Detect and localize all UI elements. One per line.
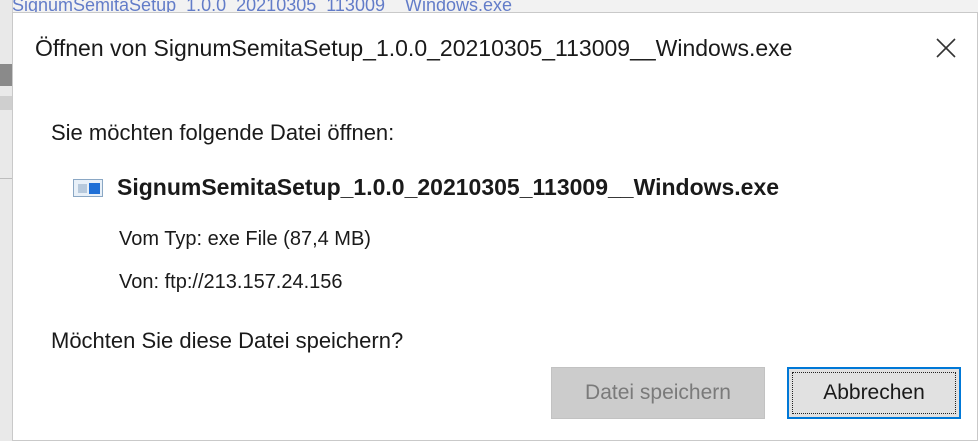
background-divider (0, 178, 12, 179)
save-question: Möchten Sie diese Datei speichern? (51, 328, 404, 353)
file-type-line: Vom Typ: exe File (87,4 MB) (119, 228, 371, 251)
file-type-label: Vom Typ: (119, 228, 203, 250)
close-button[interactable] (929, 31, 963, 65)
save-file-button[interactable]: Datei speichern (551, 367, 765, 419)
background-window-title: SignumSemitaSetup_1.0.0_20210305_113009_… (12, 0, 513, 12)
file-source-line: Von: ftp://213.157.24.156 (119, 271, 343, 294)
dialog-title: Öffnen von SignumSemitaSetup_1.0.0_20210… (35, 35, 793, 61)
background-tab (0, 64, 12, 86)
open-prompt: Sie möchten folgende Datei öffnen: (51, 120, 395, 145)
save-file-button-label: Datei speichern (585, 381, 731, 404)
close-icon (936, 38, 956, 58)
focus-ring (792, 372, 956, 414)
download-dialog: Öffnen von SignumSemitaSetup_1.0.0_20210… (12, 12, 978, 441)
file-name: SignumSemitaSetup_1.0.0_20210305_113009_… (117, 174, 780, 200)
file-type-value: exe File (87,4 MB) (207, 228, 371, 250)
file-source-label: Von: (119, 271, 160, 293)
cancel-button[interactable]: Abbrechen (787, 367, 961, 419)
background-tab-secondary (0, 96, 12, 110)
file-source-value: ftp://213.157.24.156 (164, 271, 343, 293)
exe-file-icon (73, 179, 103, 197)
